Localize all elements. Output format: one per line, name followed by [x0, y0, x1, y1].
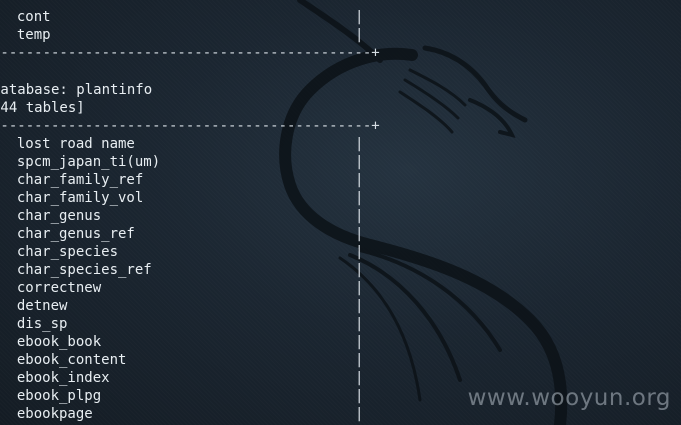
- table-border-right: |: [355, 316, 364, 332]
- table-row: ebook_content: [0, 351, 127, 369]
- table-name: char_genus: [0, 208, 102, 224]
- table-border-right: |: [355, 280, 364, 296]
- table-row: dis_sp: [0, 315, 68, 333]
- table-border-right: |: [355, 226, 364, 242]
- table-name: correctnew: [0, 280, 102, 296]
- table-border-right: |: [355, 27, 364, 43]
- table-border-right: |: [355, 136, 364, 152]
- database-label: Database: plantinfo: [0, 82, 153, 98]
- table-border-right: |: [355, 262, 364, 278]
- table-row: char_species_ref: [0, 261, 152, 279]
- table-name: ebook_content: [0, 352, 127, 368]
- table-row: ebookpage: [0, 405, 93, 423]
- table-row: spcm_japan_ti(um): [0, 153, 160, 171]
- table-row: ebook_book: [0, 333, 101, 351]
- table-name: char_family_ref: [0, 172, 144, 188]
- table-name: char_species_ref: [0, 262, 152, 278]
- table-row: char_genus_ref: [0, 225, 135, 243]
- table-border-right: |: [355, 172, 364, 188]
- table-name: char_species: [0, 244, 119, 260]
- table-separator: +---------------------------------------…: [0, 45, 380, 61]
- table-count: [44 tables]: [0, 100, 85, 116]
- watermark: www.wooyun.org: [467, 385, 671, 411]
- table-border-right: |: [355, 244, 364, 260]
- table-border-right: |: [355, 154, 364, 170]
- table-row: ebook_index: [0, 369, 110, 387]
- table-name: ebookpage: [0, 406, 93, 422]
- terminal-output: cont | temp | +-------------------------…: [0, 0, 681, 425]
- table-name: ebook_book: [0, 334, 102, 350]
- table-border-right: |: [355, 9, 364, 25]
- table-border-right: |: [355, 298, 364, 314]
- table-border-right: |: [355, 334, 364, 350]
- table-name: char_genus_ref: [0, 226, 135, 242]
- table-row: correctnew: [0, 279, 101, 297]
- table-row: detnew: [0, 297, 68, 315]
- table-name: char_family_vol: [0, 190, 144, 206]
- table-row: char_family_vol: [0, 189, 143, 207]
- table-row: char_family_ref: [0, 171, 143, 189]
- table-name-temp: temp: [16, 27, 51, 43]
- table-border-right: |: [355, 190, 364, 206]
- table-border-right: |: [355, 388, 364, 404]
- table-border-right: |: [355, 406, 364, 422]
- table-name: dis_sp: [0, 316, 68, 332]
- table-name: lost road name: [0, 136, 135, 152]
- table-name: ebook_plpg: [0, 388, 102, 404]
- table-name-cont: cont: [16, 9, 51, 25]
- table-row: char_genus: [0, 207, 101, 225]
- table-row: ebook_plpg: [0, 387, 101, 405]
- table-separator: +---------------------------------------…: [0, 118, 380, 134]
- table-name: ebook_index: [0, 370, 110, 386]
- table-border-right: |: [355, 208, 364, 224]
- table-name: spcm_japan_ti(um): [0, 154, 161, 170]
- table-row: char_species: [0, 243, 118, 261]
- table-border-right: |: [355, 352, 364, 368]
- table-row: lost road name: [0, 135, 135, 153]
- table-border-right: |: [355, 370, 364, 386]
- table-name: detnew: [0, 298, 68, 314]
